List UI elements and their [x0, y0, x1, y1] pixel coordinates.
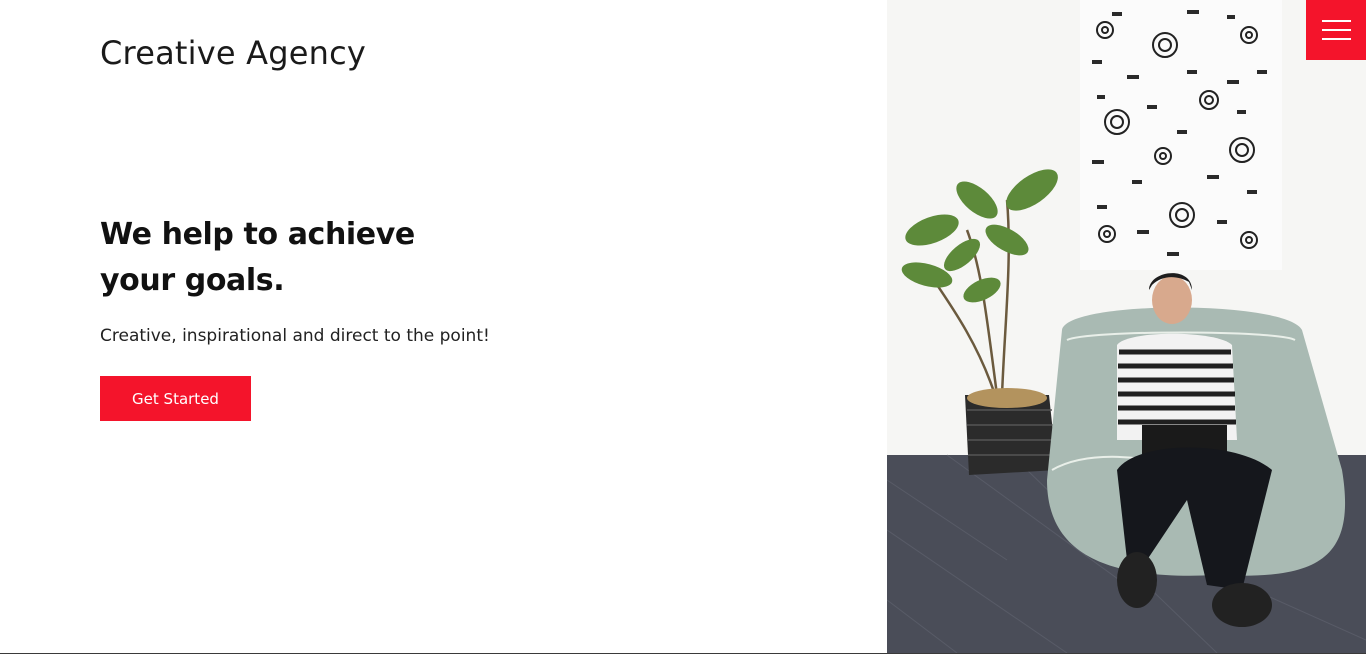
hero-section: We help to achieve your goals. Creative,… [100, 212, 700, 421]
hero-headline: We help to achieve your goals. [100, 212, 700, 304]
site-logo[interactable]: Creative Agency [100, 34, 366, 72]
hero-photo [887, 0, 1366, 653]
get-started-button[interactable]: Get Started [100, 376, 251, 421]
hero-subtitle: Creative, inspirational and direct to th… [100, 326, 490, 346]
hero-headline-line1: We help to achieve [100, 217, 415, 252]
hamburger-menu-icon-bar [1321, 29, 1351, 31]
hamburger-menu-icon [1321, 20, 1351, 22]
hero-headline-line2: your goals. [100, 263, 285, 298]
hamburger-menu-button[interactable] [1306, 0, 1366, 60]
hamburger-menu-icon-bar [1321, 38, 1351, 40]
